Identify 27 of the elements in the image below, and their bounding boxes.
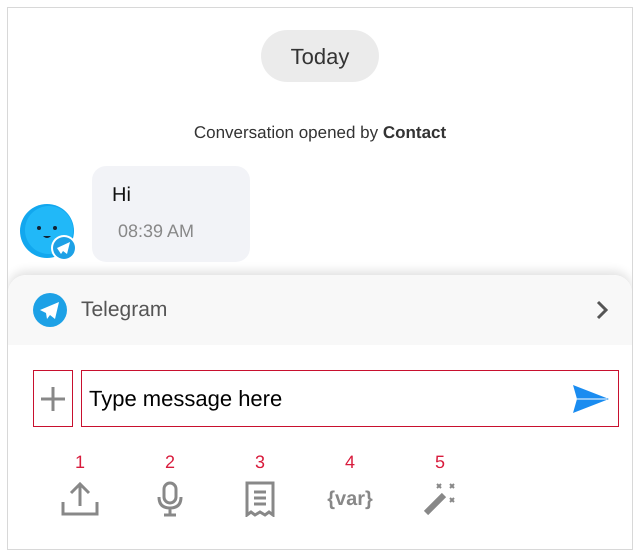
tool-number: 2 — [164, 451, 175, 473]
plus-icon — [40, 386, 66, 412]
tool-number: 3 — [254, 451, 265, 473]
tool-button[interactable] — [61, 481, 99, 517]
paper-plane-icon — [33, 293, 67, 327]
tool-number: 5 — [434, 451, 445, 473]
send-icon[interactable] — [572, 384, 610, 414]
system-message: Conversation opened by Contact — [192, 122, 448, 144]
chevron-right-icon[interactable] — [596, 300, 608, 320]
message-field[interactable]: Type message here — [81, 370, 619, 427]
tool-number: 1 — [74, 451, 85, 473]
upload-icon — [61, 482, 99, 516]
avatar-icon — [20, 204, 78, 262]
magic-wand-icon — [423, 482, 457, 516]
date-divider: Today — [261, 30, 379, 82]
message-time: 08:39 AM — [118, 220, 196, 242]
microphone-icon — [156, 481, 184, 517]
tool-button[interactable] — [423, 481, 457, 517]
document-icon — [245, 481, 275, 517]
channel-name: Telegram — [81, 297, 168, 324]
tool-button[interactable] — [156, 481, 184, 517]
message-input[interactable]: Type message here — [87, 381, 572, 416]
tool-number: 4 — [344, 451, 355, 473]
variable-button[interactable]: {var} — [327, 481, 373, 517]
tool-button[interactable] — [245, 481, 275, 517]
message-text: Hi — [112, 182, 132, 208]
add-button[interactable] — [33, 370, 73, 427]
